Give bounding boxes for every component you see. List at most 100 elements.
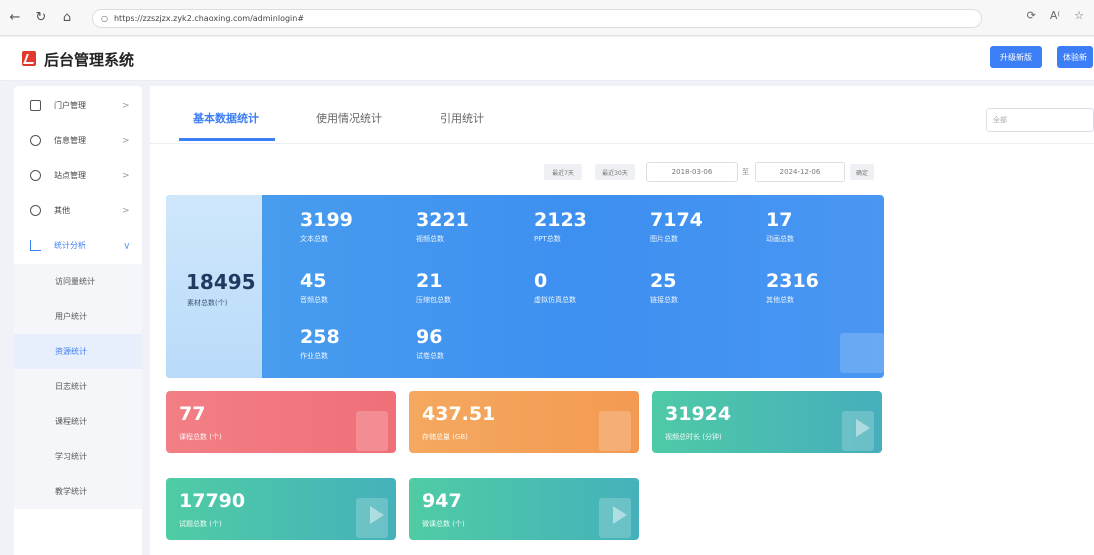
storage-icon [599,411,631,451]
stat-value: 3221 [416,209,469,231]
tab-basic-data[interactable]: 基本数据统计 [193,110,259,126]
sidebar-sub-learning[interactable]: 学习统计 [14,439,142,474]
sidebar-sub-label: 教学统计 [55,487,87,496]
play-icon [856,419,870,437]
last-7-days-button[interactable]: 最近7天 [544,164,582,180]
total-panel: 18495 素材总数(个) [166,195,262,378]
address-bar[interactable]: ○ https://zzszjzx.zyk2.chaoxing.com/admi… [92,9,982,28]
confirm-button[interactable]: 确定 [850,164,874,180]
main-panel: 基本数据统计 使用情况统计 引用统计 全部 最近7天 最近30天 2018-03… [150,86,1094,555]
tab-citation[interactable]: 引用统计 [440,110,484,126]
sidebar-item-label: 统计分析 [54,241,86,250]
stat-video: 3221 视频总数 [416,209,469,244]
sidebar-sub-resources[interactable]: 资源统计 [14,334,142,369]
sidebar-sub-label: 访问量统计 [55,277,95,286]
date-separator: 至 [742,168,749,176]
sidebar-item-other[interactable]: 其他 > [14,193,142,228]
stat-ppt: 2123 PPT总数 [534,209,587,244]
sidebar-item-label: 站点管理 [54,171,86,180]
stat-value: 25 [650,270,677,292]
extension-icon[interactable]: ⟳ [1027,9,1036,22]
logo-icon [22,51,36,66]
read-aloud-icon[interactable]: A⁽ [1050,9,1060,22]
stat-other: 2316 其他总数 [766,270,819,305]
lock-icon: ○ [101,14,108,23]
stat-value: 3199 [300,209,353,231]
course-total-card: 77 课程总数 (个) [166,391,396,453]
play-icon [370,506,384,524]
stat-value: 7174 [650,209,703,231]
date-from-input[interactable]: 2018-03-06 [646,162,738,182]
url-text: https://zzszjzx.zyk2.chaoxing.com/adminl… [113,14,305,23]
tab-usage[interactable]: 使用情况统计 [316,110,382,126]
sidebar-sub-label: 学习统计 [55,452,87,461]
card-label: 试题总数 (个) [179,520,222,528]
stat-link: 25 链接总数 [650,270,678,305]
sidebar-item-statistics[interactable]: 统计分析 > [14,228,142,263]
stat-value: 258 [300,326,340,348]
stat-image: 7174 图片总数 [650,209,703,244]
sidebar-sub-label: 日志统计 [55,382,87,391]
storage-total-card: 437.51 存储总量 (GB) [409,391,639,453]
card-value: 437.51 [422,403,496,425]
tab-active-indicator [179,138,275,141]
back-icon[interactable]: ← [4,7,26,29]
video-duration-card: 31924 视频总时长 (分钟) [652,391,882,453]
chevron-right-icon: > [122,170,130,181]
favorite-star-icon[interactable]: ☆ [1074,9,1084,22]
reload-icon[interactable]: ↻ [30,7,52,29]
sidebar-sub-label: 资源统计 [55,347,87,356]
chevron-down-icon: > [120,241,131,250]
stat-label: 链接总数 [650,296,678,304]
monitor-icon [30,100,41,111]
tab-bar: 基本数据统计 使用情况统计 引用统计 全部 [150,86,1094,144]
sidebar-sub-logs[interactable]: 日志统计 [14,369,142,404]
date-to-input[interactable]: 2024-12-06 [755,162,845,182]
try-new-button[interactable]: 体验新 [1057,46,1093,68]
stat-label: 虚拟仿真总数 [534,296,576,304]
upgrade-button[interactable]: 升级新版 [990,46,1042,68]
sidebar-item-portal[interactable]: 门户管理 > [14,88,142,123]
sidebar-item-info[interactable]: 信息管理 > [14,123,142,158]
stat-archive: 21 压缩包总数 [416,270,451,305]
microcourse-total-card: 947 微课总数 (个) [409,478,639,540]
sidebar-sub-teaching[interactable]: 教学统计 [14,474,142,509]
stat-label: 压缩包总数 [416,296,451,304]
stat-exam: 96 试卷总数 [416,326,444,361]
card-label: 视频总时长 (分钟) [665,433,722,441]
folder-icon [840,333,884,373]
stat-homework: 258 作业总数 [300,326,340,361]
sidebar-sub-visits[interactable]: 访问量统计 [14,264,142,299]
stat-value: 2123 [534,209,587,231]
chevron-right-icon: > [122,100,130,111]
bar-chart-icon [30,240,41,251]
stat-label: 视频总数 [416,235,444,243]
home-icon[interactable]: ⌂ [56,7,78,29]
app-header: 后台管理系统 升级新版 体验新 [0,37,1094,81]
stat-value: 0 [534,270,548,292]
total-materials-value: 18495 [186,270,256,294]
sidebar-sub-label: 用户统计 [55,312,87,321]
stat-animation: 17 动画总数 [766,209,794,244]
sidebar-sub-users[interactable]: 用户统计 [14,299,142,334]
stat-label: 文本总数 [300,235,328,243]
card-label: 存储总量 (GB) [422,433,468,441]
sidebar: 门户管理 > 信息管理 > 站点管理 > 其他 > 统计分析 > 访问量统计 用… [14,86,142,555]
total-materials-label: 素材总数(个) [187,299,228,307]
bookmark-icon [356,411,388,451]
database-icon [30,135,41,146]
sidebar-sub-courses[interactable]: 课程统计 [14,404,142,439]
stat-label: 其他总数 [766,296,794,304]
play-icon [613,506,627,524]
last-30-days-button[interactable]: 最近30天 [595,164,635,180]
scope-select[interactable]: 全部 [986,108,1094,132]
card-value: 947 [422,490,462,512]
globe-icon [30,170,41,181]
sidebar-item-site[interactable]: 站点管理 > [14,158,142,193]
stat-value: 21 [416,270,443,292]
stat-label: 作业总数 [300,352,328,360]
stat-value: 2316 [766,270,819,292]
card-value: 31924 [665,403,732,425]
stat-value: 96 [416,326,443,348]
stat-text: 3199 文本总数 [300,209,353,244]
